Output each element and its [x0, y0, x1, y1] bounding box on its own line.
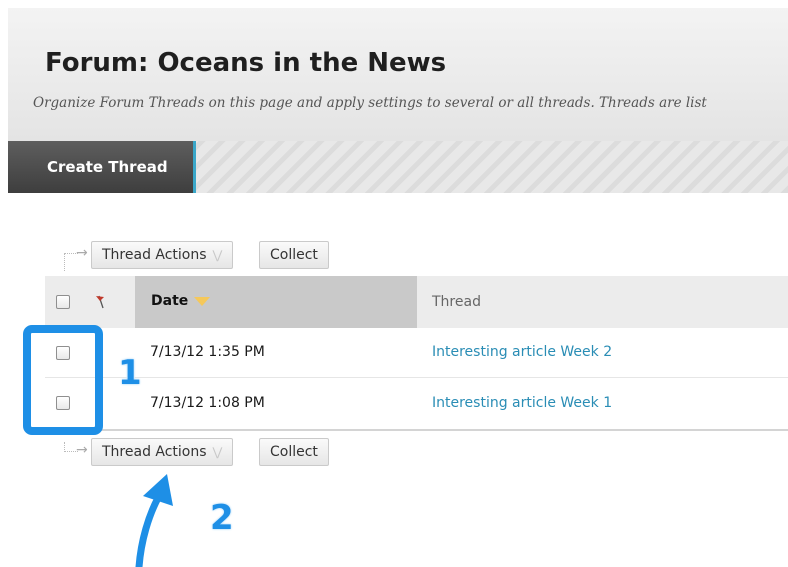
page-header: Forum: Oceans in the News Organize Forum…: [8, 8, 788, 141]
thread-date: 7/13/12 1:08 PM: [150, 395, 265, 411]
thread-actions-button[interactable]: Thread Actions ⋁: [91, 241, 234, 269]
sort-desc-icon: [194, 296, 211, 306]
select-all-checkbox[interactable]: [56, 295, 70, 309]
table-row: 7/13/12 1:35 PM Interesting article Week…: [45, 328, 788, 378]
thread-date: 7/13/12 1:35 PM: [150, 344, 265, 360]
thread-link[interactable]: Interesting article Week 1: [432, 395, 612, 411]
date-column-label: Date: [151, 293, 189, 309]
date-column-header[interactable]: Date: [151, 293, 211, 309]
thread-actions-button-bottom[interactable]: Thread Actions ⋁: [91, 438, 234, 466]
thread-column-header[interactable]: Thread: [432, 294, 481, 310]
page-title: Forum: Oceans in the News: [45, 48, 447, 78]
callout-checkbox-highlight: [23, 325, 103, 435]
chevron-down-icon: ⋁: [212, 248, 223, 262]
thread-actions-label: Thread Actions: [102, 247, 207, 263]
table-row: 7/13/12 1:08 PM Interesting article Week…: [45, 379, 788, 429]
threads-table: Date Thread 7/13/12 1:35 PM Interesting …: [45, 276, 788, 431]
chevron-down-icon: ⋁: [212, 445, 223, 459]
callout-number-1: 1: [117, 352, 143, 394]
collect-button[interactable]: Collect: [259, 241, 329, 269]
corner-arrow-icon: →: [58, 442, 90, 466]
flag-icon[interactable]: [94, 294, 108, 310]
corner-arrow-icon: →: [58, 245, 90, 271]
callout-number-2: 2: [209, 497, 235, 539]
page-instructions: Organize Forum Threads on this page and …: [33, 95, 707, 111]
thread-link[interactable]: Interesting article Week 2: [432, 344, 612, 360]
callout-arrow-icon: [135, 474, 173, 567]
thread-actions-label: Thread Actions: [102, 444, 207, 460]
table-header: Date Thread: [45, 276, 788, 328]
create-thread-button[interactable]: Create Thread: [8, 141, 196, 193]
collect-button-bottom[interactable]: Collect: [259, 438, 329, 466]
